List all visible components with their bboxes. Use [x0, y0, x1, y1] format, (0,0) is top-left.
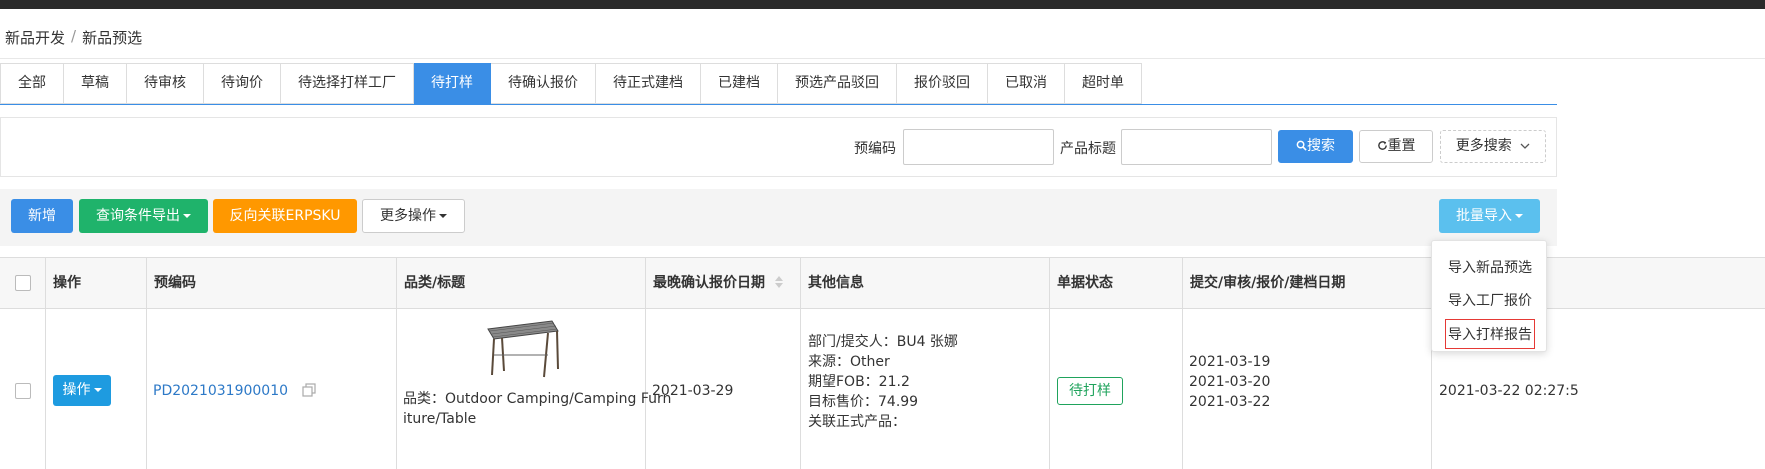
row-other-cell: 部门/提交人：BU4 张娜 来源：Other 期望FOB：21.2 目标售价：7… — [801, 309, 1050, 469]
header-checkbox-cell — [0, 258, 46, 308]
tab-pending-review[interactable]: 待审核 — [127, 63, 204, 104]
breadcrumb-current: 新品预选 — [82, 29, 143, 47]
tab-pending-inquiry[interactable]: 待询价 — [204, 63, 281, 104]
tab-pending-factory[interactable]: 待选择打样工厂 — [281, 63, 414, 104]
search-button-label: 搜索 — [1307, 138, 1335, 154]
more-search-label: 更多搜索 — [1455, 138, 1512, 154]
header-category: 品类/标题 — [397, 258, 646, 308]
code-label: 预编码 — [854, 141, 896, 157]
title-label: 产品标题 — [1060, 141, 1116, 157]
row-other-fob: 期望FOB：21.2 — [808, 374, 910, 390]
row-dates-cell: 2021-03-19 2021-03-20 2021-03-22 — [1183, 309, 1432, 469]
row-op-button[interactable]: 操作 — [53, 375, 111, 406]
tab-pending-archive[interactable]: 待正式建档 — [596, 63, 701, 104]
header-latest-date[interactable]: 最晚确认报价日期 — [646, 258, 801, 308]
row-category-cell: 品类：Outdoor Camping/Camping Furn iture/Ta… — [397, 309, 672, 469]
batch-import-menu: 导入新品预选 导入工厂报价 导入打样报告 — [1431, 240, 1547, 352]
tabs-underline — [0, 104, 1557, 105]
add-button[interactable]: 新增 — [11, 199, 73, 233]
reverse-link-erpsku-button[interactable]: 反向关联ERPSKU — [213, 199, 357, 233]
more-actions-button[interactable]: 更多操作 — [362, 199, 465, 233]
row-other-dept: 部门/提交人：BU4 张娜 — [808, 334, 958, 350]
row-category-line2: iture/Table — [403, 411, 477, 427]
more-search-button[interactable]: 更多搜索 — [1440, 130, 1546, 163]
status-tabs: 全部 草稿 待审核 待询价 待选择打样工厂 待打样 待确认报价 待正式建档 已建… — [0, 63, 1142, 104]
row-checkbox[interactable] — [15, 383, 31, 399]
sort-icon[interactable] — [774, 276, 783, 288]
reset-button-label: 重置 — [1387, 138, 1416, 154]
row-checkbox-cell — [0, 309, 46, 469]
select-all-checkbox[interactable] — [15, 275, 31, 291]
breadcrumb-root[interactable]: 新品开发 — [5, 27, 65, 48]
copy-icon[interactable] — [302, 383, 317, 397]
product-image[interactable] — [482, 315, 562, 385]
row-op-label: 操作 — [62, 382, 91, 398]
menu-import-preselect[interactable]: 导入新品预选 — [1432, 257, 1548, 277]
export-button[interactable]: 查询条件导出 — [79, 199, 208, 233]
header-dates: 提交/审核/报价/建档日期 — [1183, 258, 1432, 308]
caret-down-icon — [93, 388, 102, 392]
title-input[interactable] — [1121, 129, 1272, 165]
caret-down-icon — [439, 214, 447, 218]
row-latest-date-cell: 2021-03-29 — [646, 309, 801, 469]
status-badge: 待打样 — [1057, 377, 1123, 405]
caret-down-icon — [183, 214, 191, 218]
header-status: 单据状态 — [1050, 258, 1183, 308]
row-date-quote: 2021-03-22 — [1189, 394, 1271, 410]
top-bar — [0, 0, 1765, 9]
search-button[interactable]: 搜索 — [1278, 130, 1353, 163]
row-date-submit: 2021-03-19 — [1189, 354, 1271, 370]
tab-archived[interactable]: 已建档 — [701, 63, 778, 104]
batch-import-button[interactable]: 批量导入 — [1439, 199, 1540, 233]
tab-pending-sample[interactable]: 待打样 — [414, 63, 491, 104]
tab-overtime[interactable]: 超时单 — [1065, 63, 1142, 104]
search-icon — [1296, 140, 1307, 151]
tab-pending-quote-confirm[interactable]: 待确认报价 — [491, 63, 596, 104]
breadcrumb: 新品开发 / 新品预选 — [5, 27, 142, 48]
tab-cancelled[interactable]: 已取消 — [988, 63, 1065, 104]
row-latest-date: 2021-03-29 — [652, 383, 734, 399]
more-actions-label: 更多操作 — [380, 208, 436, 224]
row-other-source: 来源：Other — [808, 354, 890, 370]
header-op: 操作 — [46, 258, 147, 308]
code-input[interactable] — [903, 129, 1054, 165]
search-bar: 预编码 产品标题 搜索 重置 更多搜索 — [0, 117, 1557, 177]
export-button-label: 查询条件导出 — [96, 208, 180, 224]
refresh-icon — [1377, 141, 1387, 150]
row-other-price: 目标售价：74.99 — [808, 394, 919, 410]
tab-draft[interactable]: 草稿 — [64, 63, 127, 104]
row-code-cell: PD2021031900010 — [147, 309, 397, 469]
row-category-line1: 品类：Outdoor Camping/Camping Furn — [403, 391, 672, 407]
action-bar: 新增 查询条件导出 反向关联ERPSKU 更多操作 批量导入 — [0, 189, 1557, 246]
header-other: 其他信息 — [801, 258, 1050, 308]
chevron-down-icon — [1520, 143, 1530, 149]
breadcrumb-separator: / — [71, 27, 77, 45]
tab-quote-rejected[interactable]: 报价驳回 — [897, 63, 988, 104]
menu-import-sample-report[interactable]: 导入打样报告 — [1445, 319, 1535, 349]
divider — [0, 58, 1765, 59]
caret-down-icon — [1515, 214, 1523, 218]
reset-button[interactable]: 重置 — [1359, 130, 1433, 163]
batch-import-label: 批量导入 — [1456, 208, 1512, 224]
row-code-link[interactable]: PD2021031900010 — [153, 383, 288, 399]
row-date-review: 2021-03-20 — [1189, 374, 1271, 390]
tab-all[interactable]: 全部 — [0, 63, 64, 104]
row-extra-date: 2021-03-22 02:27:5 — [1439, 383, 1579, 399]
menu-import-factory-quote[interactable]: 导入工厂报价 — [1432, 290, 1548, 310]
header-latest-date-label: 最晚确认报价日期 — [653, 275, 765, 291]
header-code: 预编码 — [147, 258, 397, 308]
row-other-related: 关联正式产品： — [808, 414, 906, 430]
tab-preselect-rejected[interactable]: 预选产品驳回 — [778, 63, 897, 104]
